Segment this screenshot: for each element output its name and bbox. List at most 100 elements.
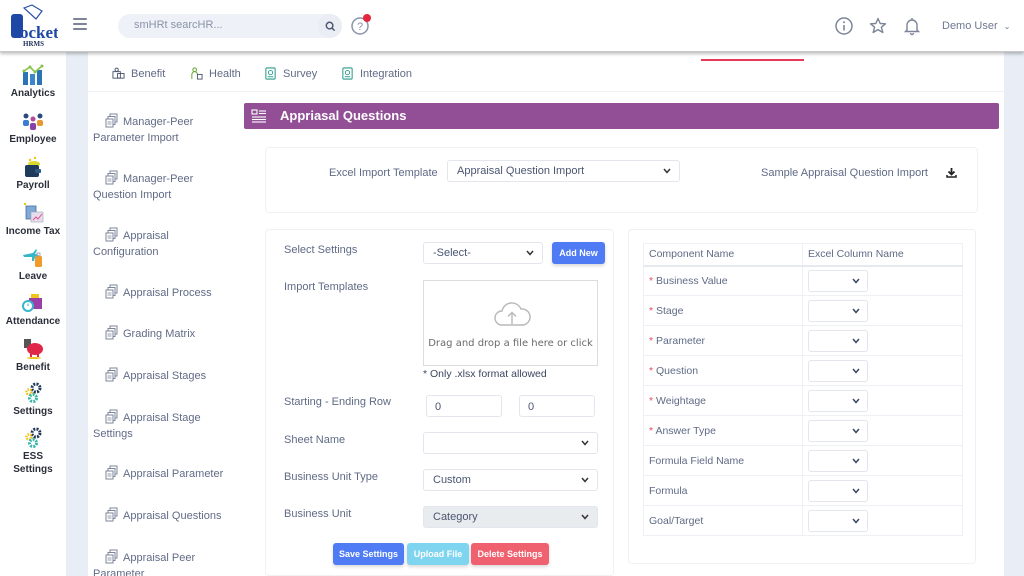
excel-column-select[interactable]: [808, 449, 868, 472]
component-name-cell: Goal/Target: [643, 505, 803, 536]
excel-column-select[interactable]: [808, 329, 868, 352]
excel-column-cell: [802, 445, 963, 476]
sidebar-label: Benefit: [16, 362, 50, 373]
menu-toggle-button[interactable]: [73, 18, 87, 30]
subnav-item[interactable]: Manager-Peer Question Import: [93, 170, 240, 203]
bu-select[interactable]: Category: [423, 506, 598, 528]
document-stack-icon: [105, 113, 118, 128]
subnav-item[interactable]: Appraisal Process: [105, 284, 240, 301]
select-settings-dropdown[interactable]: -Select-: [423, 242, 543, 264]
sidebar-item-employee[interactable]: Employee: [0, 110, 66, 146]
svg-text:HRMS: HRMS: [23, 40, 44, 48]
tab-survey[interactable]: Survey: [264, 67, 317, 80]
table-row: * Stage: [643, 295, 963, 326]
pocket-hrms-logo[interactable]: ocket HRMS: [8, 4, 59, 48]
excel-column-select[interactable]: [808, 299, 868, 322]
component-name-cell: * Business Value: [643, 265, 803, 296]
bu-type-select[interactable]: Custom: [423, 469, 598, 491]
info-button[interactable]: [834, 16, 854, 36]
tab-label: Benefit: [131, 67, 166, 80]
chevron-down-icon: ⌄: [1003, 22, 1011, 31]
search-icon: [325, 21, 335, 31]
tab-benefit[interactable]: Benefit: [112, 67, 165, 80]
sidebar-item-settings[interactable]: Settings: [0, 382, 66, 418]
template-label: Excel Import Template: [329, 167, 438, 179]
subnav-item[interactable]: Manager-Peer Parameter Import: [93, 113, 240, 146]
excel-column-cell: [802, 505, 963, 536]
tab-label: Health: [209, 67, 241, 80]
bell-icon: [903, 18, 921, 36]
document-stack-icon: [105, 170, 118, 185]
end-row-input[interactable]: 0: [519, 395, 595, 417]
excel-column-select[interactable]: [808, 359, 868, 382]
table-row: Formula Field Name: [643, 445, 963, 476]
module-sidebar: Analytics Employee Payroll Income Tax Le…: [0, 52, 66, 576]
excel-column-select[interactable]: [808, 509, 868, 532]
top-bar: ocket HRMS ? Demo User ⌄: [0, 0, 1024, 52]
subnav-item[interactable]: Appraisal Stage Settings: [93, 409, 240, 442]
main-content: Benefit Health Survey Integration Manage…: [88, 52, 1004, 576]
component-name: Answer Type: [655, 424, 716, 437]
sidebar-item-income-tax[interactable]: Income Tax: [0, 202, 66, 238]
sidebar-label: ESS: [22, 451, 43, 462]
excel-column-select[interactable]: [808, 419, 868, 442]
subnav-label-line2: Question Import: [93, 189, 172, 201]
subnav-item[interactable]: Appraisal Questions: [105, 507, 240, 524]
required-asterisk: *: [649, 394, 657, 407]
chevron-down-icon: [663, 168, 671, 174]
table-row: Formula: [643, 475, 963, 506]
column-mapping-table: Component Name Excel Column Name * Busin…: [643, 243, 963, 536]
table-row: Goal/Target: [643, 505, 963, 536]
upload-file-button[interactable]: Upload File: [407, 543, 469, 565]
save-settings-button[interactable]: Save Settings: [333, 543, 404, 565]
subnav-item[interactable]: Appraisal Stages: [105, 367, 240, 384]
subnav-item[interactable]: Appraisal Peer Parameter: [93, 549, 240, 576]
search-input[interactable]: [134, 19, 314, 31]
ess-settings-icon: [25, 427, 42, 448]
tab-integration[interactable]: Integration: [341, 67, 412, 80]
select-settings-value: -Select-: [433, 247, 471, 259]
tab-health[interactable]: Health: [190, 67, 241, 80]
subnav-item[interactable]: Appraisal Configuration: [93, 227, 240, 260]
subnav-label-line2: Parameter: [93, 568, 145, 576]
user-menu[interactable]: Demo User ⌄: [942, 20, 1010, 32]
sample-download-link[interactable]: Sample Appraisal Question Import: [761, 167, 928, 179]
analytics-icon: [22, 64, 44, 85]
excel-column-select[interactable]: [808, 269, 868, 292]
sheet-name-select[interactable]: [423, 432, 598, 454]
favorites-button[interactable]: [868, 16, 888, 36]
sidebar-item-leave[interactable]: Leave: [0, 247, 66, 283]
component-name: Stage: [656, 304, 684, 317]
start-row-input[interactable]: 0: [426, 395, 502, 417]
sidebar-item-benefit[interactable]: Benefit: [0, 338, 66, 374]
excel-column-select[interactable]: [808, 479, 868, 502]
notifications-button[interactable]: [902, 16, 922, 36]
chevron-down-icon: [581, 514, 589, 520]
sidebar-item-attendance[interactable]: Attendance: [0, 292, 66, 328]
template-select[interactable]: Appraisal Question Import: [447, 160, 680, 182]
notification-dot: [363, 14, 371, 22]
table-row: * Question: [643, 355, 963, 386]
search-button[interactable]: [318, 14, 342, 38]
subnav-label-line1: Appraisal Parameter: [123, 468, 224, 480]
download-icon[interactable]: [946, 167, 957, 178]
chevron-down-icon: [852, 398, 860, 404]
active-tab-indicator: [701, 59, 804, 61]
sidebar-item-payroll[interactable]: Payroll: [0, 156, 66, 192]
column-header-component: Component Name: [643, 243, 803, 267]
sidebar-item-analytics[interactable]: Analytics: [0, 64, 66, 100]
chevron-down-icon: [852, 488, 860, 494]
component-name-cell: * Weightage: [643, 385, 803, 416]
sidebar-item-ess-settings[interactable]: ESS Settings: [0, 427, 66, 476]
add-new-button[interactable]: Add New: [552, 242, 605, 264]
appraisal-subnav: Manager-Peer Parameter Import Manager-Peer…: [88, 107, 243, 576]
income-tax-icon: [23, 202, 44, 223]
excel-column-select[interactable]: [808, 389, 868, 412]
sidebar-label: Employee: [9, 134, 57, 145]
subnav-item[interactable]: Appraisal Parameter: [105, 465, 240, 482]
file-dropzone[interactable]: Drag and drop a file here or click: [423, 280, 598, 366]
delete-settings-button[interactable]: Delete Settings: [471, 543, 549, 565]
bu-type-value: Custom: [433, 474, 471, 486]
component-name-cell: Formula Field Name: [643, 445, 803, 476]
subnav-item[interactable]: Grading Matrix: [105, 325, 240, 342]
